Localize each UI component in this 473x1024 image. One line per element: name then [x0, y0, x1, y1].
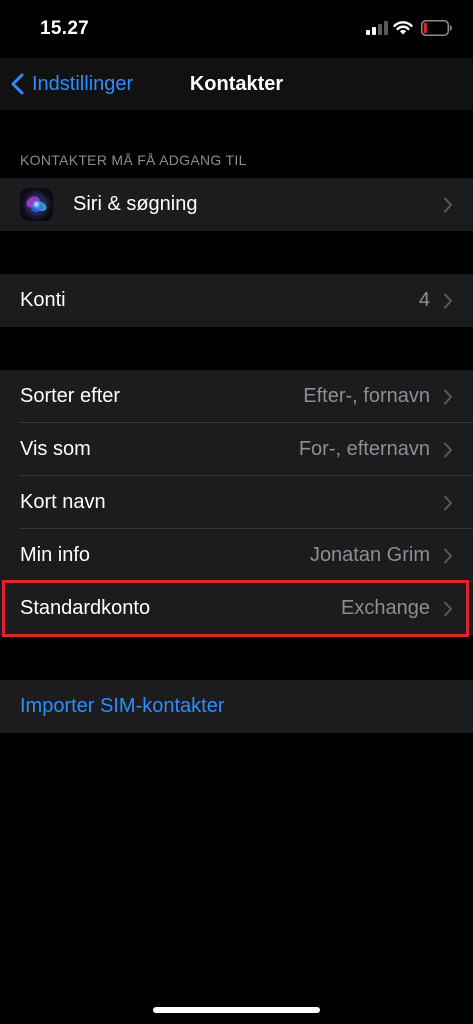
chevron-right-icon: [444, 601, 452, 617]
accounts-count: 4: [418, 289, 430, 311]
wifi-icon: [393, 21, 413, 35]
accounts-row[interactable]: Konti 4: [0, 274, 473, 327]
battery-icon: [421, 20, 452, 36]
display-order-value: For-, efternavn: [298, 438, 430, 460]
default-account-value: Exchange: [341, 597, 430, 619]
chevron-right-icon: [444, 389, 452, 405]
short-name-label: Kort navn: [20, 491, 106, 513]
signal-icon: [366, 21, 388, 35]
siri-icon: [20, 188, 53, 221]
page-title-text: Kontakter: [189, 73, 284, 95]
import-sim-contacts-row[interactable]: Importer SIM-kontakter: [0, 680, 473, 733]
section-header-access: KONTAKTER MÅ FÅ ADGANG TIL: [20, 152, 247, 168]
sort-order-label: Sorter efter: [20, 385, 121, 407]
default-account-label: Standardkonto: [20, 597, 151, 619]
navigation-bar: Indstillinger Kontakter: [0, 58, 473, 110]
display-order-row[interactable]: Vis som For-, efternavn: [0, 423, 473, 476]
my-info-row[interactable]: Min info Jonatan Grim: [0, 529, 473, 582]
my-info-value: Jonatan Grim: [309, 544, 430, 566]
chevron-right-icon: [444, 548, 452, 564]
display-order-label: Vis som: [20, 438, 91, 460]
import-sim-contacts-link[interactable]: Importer SIM-kontakter: [20, 695, 225, 718]
status-time: 15.27: [40, 18, 90, 39]
status-bar: 15.27: [0, 0, 473, 58]
accounts-label: Konti: [20, 289, 66, 311]
contact-settings-group: Sorter efter Efter-, fornavn Vis som For…: [0, 370, 473, 635]
siri-search-row[interactable]: Siri & søgning: [0, 178, 473, 231]
my-info-label: Min info: [20, 544, 91, 566]
siri-search-label: Siri & søgning: [73, 193, 198, 215]
home-indicator[interactable]: [153, 1007, 320, 1013]
sort-order-row[interactable]: Sorter efter Efter-, fornavn: [0, 370, 473, 423]
short-name-row[interactable]: Kort navn: [0, 476, 473, 529]
chevron-right-icon: [444, 197, 452, 213]
page-title: Kontakter: [0, 73, 473, 96]
default-account-row[interactable]: Standardkonto Exchange: [0, 582, 473, 635]
import-group: Importer SIM-kontakter: [0, 680, 473, 733]
accounts-group: Konti 4: [0, 274, 473, 327]
sort-order-value: Efter-, fornavn: [303, 385, 430, 407]
chevron-right-icon: [444, 442, 452, 458]
chevron-right-icon: [444, 495, 452, 511]
chevron-right-icon: [444, 293, 452, 309]
siri-group: Siri & søgning: [0, 178, 473, 231]
